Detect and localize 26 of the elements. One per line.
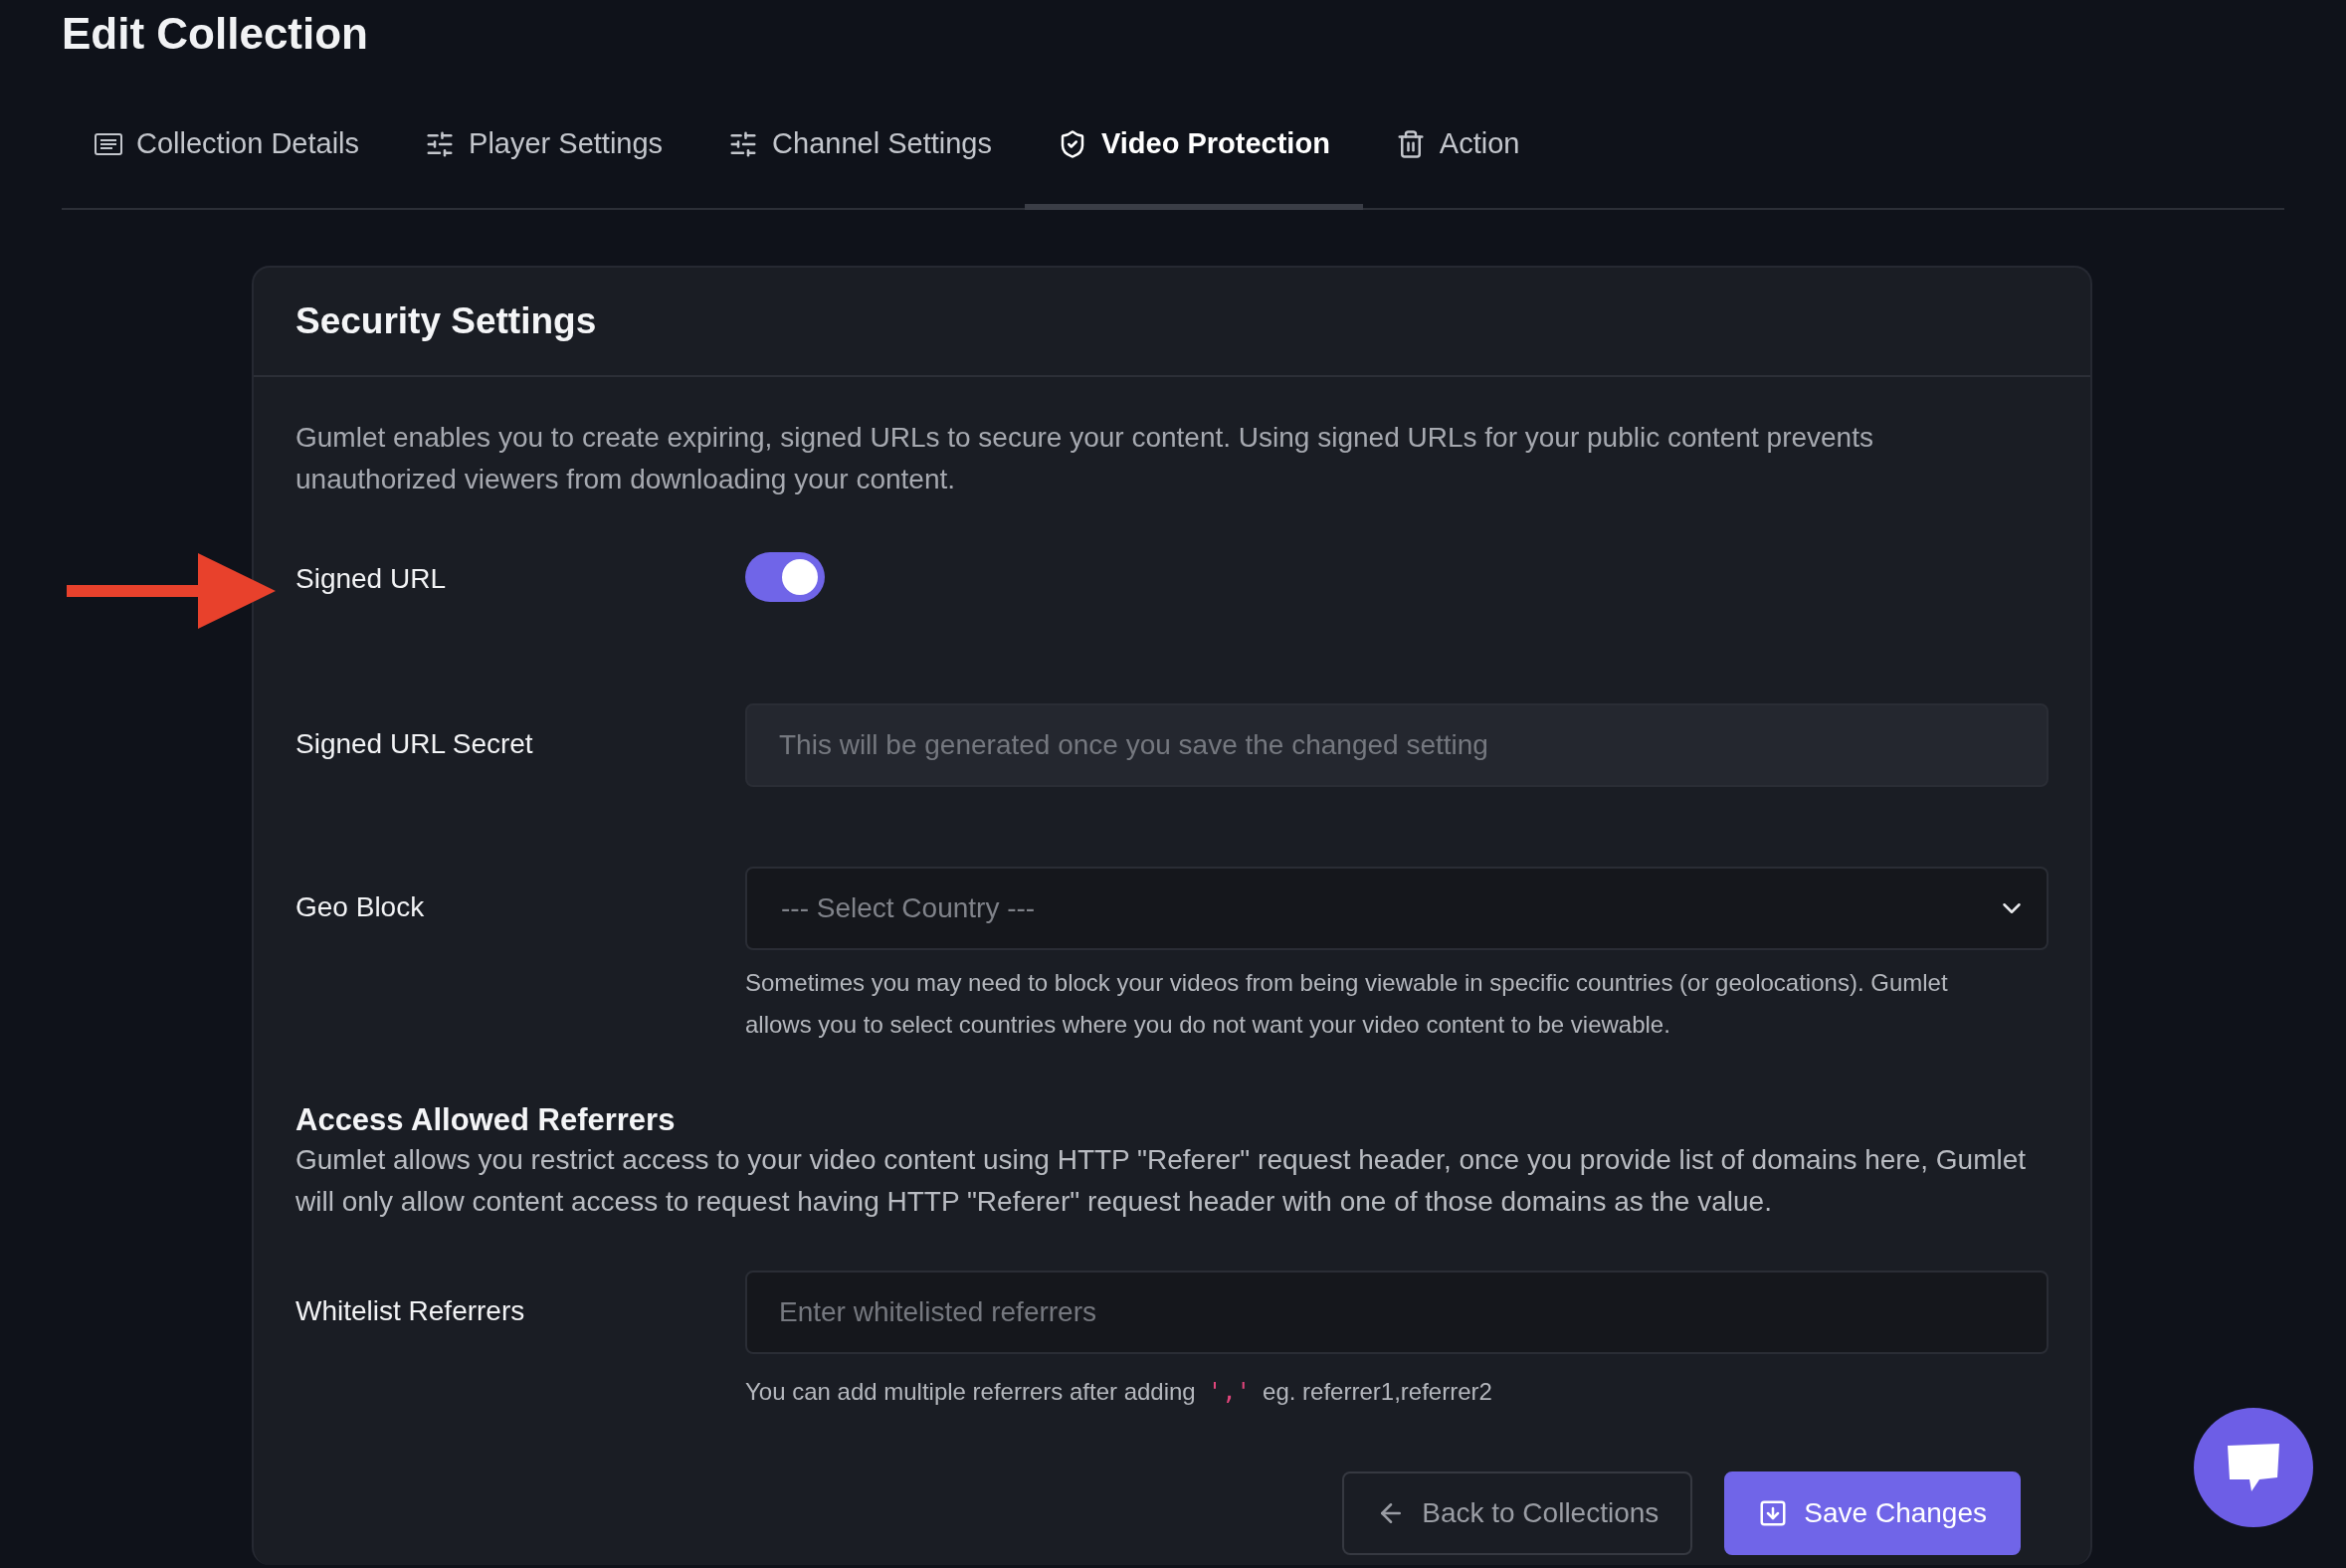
field-label: Signed URL: [295, 562, 447, 596]
tab[interactable]: Player Settings: [392, 103, 696, 210]
code-text: ',': [1207, 1378, 1252, 1406]
helper-text: eg. referrer1,referrer2: [1263, 1378, 1492, 1406]
text-field[interactable]: Enter whitelisted referrers: [745, 1271, 2049, 1354]
section-title: Access Allowed Referrers: [295, 1101, 677, 1139]
field-label: Whitelist Referrers: [295, 1294, 526, 1328]
tab[interactable]: Video Protection: [1024, 103, 1363, 210]
description-text: Gumlet enables you to create expiring, signed URLs to secure your content. Using signed URLs for your public content prevents unauthorized viewers from downloading your content.: [295, 421, 1874, 496]
helper-text: You can add multiple referrers after adding: [745, 1378, 1196, 1406]
country-dropdown[interactable]: --- Select Country ---: [745, 867, 2049, 950]
tab[interactable]: Action: [1362, 103, 1553, 210]
chat-icon: [2226, 1442, 2281, 1493]
page-title: Edit Collection: [62, 8, 369, 60]
save-button[interactable]: Save Changes: [1724, 1471, 2021, 1555]
tab[interactable]: Collection Details: [62, 103, 393, 210]
download-icon: [1758, 1498, 1789, 1528]
helper-text: Sometimes you may need to block your videos from being viewable in specific countries (or geolocations). Gumlet allows you to select countries where you do not want your video content to be viewable.: [745, 968, 1949, 1040]
field-label: Signed URL Secret: [295, 727, 534, 761]
card-title: Security Settings: [295, 299, 598, 343]
description-text: Gumlet allows you restrict access to your video content using HTTP "Referer" request header, once you provide list of domains here, Gumlet will only allow content access to request having HTTP "Referer" request header with one of those domains as the value.: [295, 1143, 2028, 1219]
toggle-switch[interactable]: [745, 552, 825, 602]
tab[interactable]: Channel Settings: [695, 103, 1025, 210]
list-icon: [95, 131, 122, 156]
field-label: Geo Block: [295, 890, 426, 924]
back-button[interactable]: Back to Collections: [1342, 1471, 1693, 1555]
